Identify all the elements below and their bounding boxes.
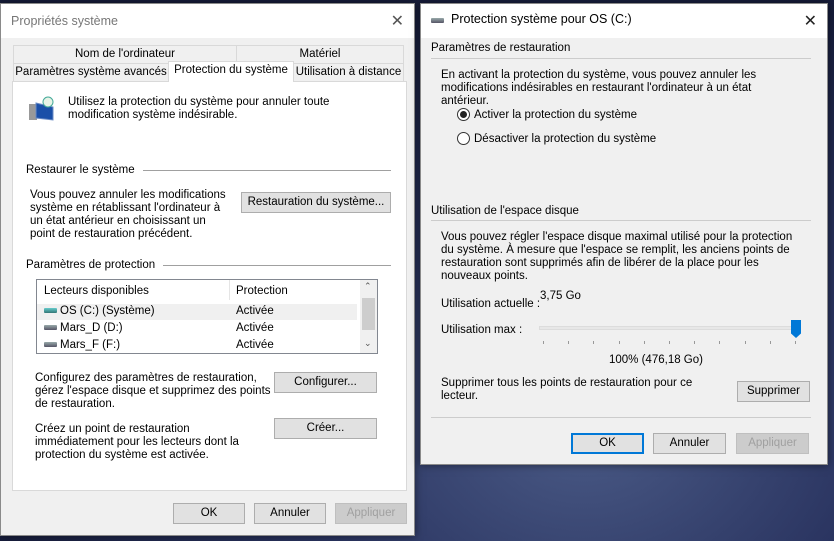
protection-status: Activée bbox=[236, 305, 274, 317]
slider-tick bbox=[593, 341, 595, 344]
ok-button[interactable]: OK bbox=[173, 503, 245, 524]
protection-status: Activée bbox=[236, 322, 274, 334]
drives-list[interactable]: Lecteurs disponibles Protection OS (C:) … bbox=[36, 279, 378, 354]
restore-header: Restaurer le système bbox=[26, 164, 135, 176]
protection-status: Activée bbox=[236, 339, 274, 351]
table-row[interactable]: Mars_F (F:) Activée bbox=[37, 338, 357, 354]
column-separator bbox=[229, 280, 230, 300]
system-protection-icon bbox=[27, 96, 57, 124]
current-usage-value: 3,75 Go bbox=[540, 290, 581, 302]
tab-advanced[interactable]: Paramètres système avancés bbox=[13, 63, 169, 82]
system-protection-dialog: Protection système pour OS (C:) ✕ Paramè… bbox=[420, 3, 828, 465]
restore-settings-header: Paramètres de restauration bbox=[431, 42, 571, 54]
configure-text: Configurez des paramètres de restauratio… bbox=[35, 372, 271, 410]
table-row[interactable]: Mars_D (D:) Activée bbox=[37, 321, 357, 337]
tab-remote[interactable]: Utilisation à distance bbox=[293, 63, 404, 82]
title-bar: Protection système pour OS (C:) ✕ bbox=[421, 4, 827, 38]
ok-button[interactable]: OK bbox=[571, 433, 644, 454]
drive-icon bbox=[44, 308, 57, 314]
close-icon[interactable]: ✕ bbox=[391, 11, 404, 31]
delete-button[interactable]: Supprimer bbox=[737, 381, 810, 402]
divider bbox=[431, 220, 811, 221]
table-row[interactable]: OS (C:) (Système) Activée bbox=[37, 304, 357, 320]
intro-text: Utilisez la protection du système pour a… bbox=[68, 96, 330, 121]
max-usage-label: Utilisation max : bbox=[441, 324, 523, 336]
drive-icon bbox=[44, 325, 57, 331]
slider-tick bbox=[568, 341, 570, 344]
divider bbox=[143, 170, 391, 171]
slider-tick bbox=[543, 341, 544, 344]
create-button[interactable]: Créer... bbox=[274, 418, 377, 439]
title-bar: Propriétés système ✕ bbox=[1, 4, 414, 38]
delete-text: Supprimer tous les points de restauratio… bbox=[441, 377, 693, 402]
scroll-up-icon[interactable]: ⌃ bbox=[364, 281, 372, 292]
divider bbox=[163, 265, 391, 266]
close-icon[interactable]: ✕ bbox=[804, 11, 817, 31]
divider bbox=[431, 417, 811, 418]
configure-button[interactable]: Configurer... bbox=[274, 372, 377, 393]
tab-system-protection[interactable]: Protection du système bbox=[168, 61, 294, 82]
scroll-down-icon[interactable]: ⌄ bbox=[364, 338, 372, 349]
drive-name: Mars_D (D:) bbox=[60, 322, 123, 334]
restore-text: Vous pouvez annuler les modifications sy… bbox=[30, 189, 226, 240]
enable-protection-radio[interactable] bbox=[457, 108, 470, 121]
slider-track bbox=[539, 326, 799, 330]
window-title: Protection système pour OS (C:) bbox=[451, 12, 632, 26]
protection-header: Paramètres de protection bbox=[26, 259, 156, 271]
disk-usage-header: Utilisation de l'espace disque bbox=[431, 205, 579, 217]
slider-tick bbox=[643, 341, 645, 344]
cancel-button[interactable]: Annuler bbox=[254, 503, 326, 524]
create-text: Créez un point de restauration immédiate… bbox=[35, 423, 239, 461]
drive-name: OS (C:) (Système) bbox=[60, 305, 155, 317]
system-restore-button[interactable]: Restauration du système... bbox=[241, 192, 391, 213]
column-header-drives[interactable]: Lecteurs disponibles bbox=[44, 285, 149, 297]
drive-icon bbox=[431, 18, 444, 23]
slider-tick bbox=[618, 341, 620, 344]
scrollbar[interactable]: ⌃ ⌄ bbox=[360, 280, 377, 353]
apply-button[interactable]: Appliquer bbox=[736, 433, 809, 454]
slider-tick bbox=[769, 341, 771, 344]
max-usage-slider[interactable] bbox=[539, 320, 801, 344]
slider-tick bbox=[719, 341, 721, 344]
divider bbox=[431, 58, 811, 59]
restore-settings-text: En activant la protection du système, vo… bbox=[441, 69, 757, 107]
drive-icon bbox=[44, 342, 57, 348]
max-usage-value: 100% (476,18 Go) bbox=[609, 354, 703, 366]
slider-tick bbox=[694, 341, 696, 344]
drive-name: Mars_F (F:) bbox=[60, 339, 121, 351]
disable-protection-label[interactable]: Désactiver la protection du système bbox=[474, 133, 656, 146]
slider-thumb[interactable] bbox=[791, 320, 801, 338]
slider-tick bbox=[795, 341, 796, 344]
current-usage-label: Utilisation actuelle : bbox=[441, 298, 541, 310]
disk-usage-text: Vous pouvez régler l'espace disque maxim… bbox=[441, 231, 793, 282]
window-title: Propriétés système bbox=[11, 14, 118, 28]
column-header-protection[interactable]: Protection bbox=[236, 285, 288, 297]
scroll-thumb[interactable] bbox=[362, 298, 375, 330]
slider-tick bbox=[669, 341, 670, 344]
slider-tick bbox=[744, 341, 746, 344]
apply-button[interactable]: Appliquer bbox=[335, 503, 407, 524]
disable-protection-radio[interactable] bbox=[457, 132, 470, 145]
cancel-button[interactable]: Annuler bbox=[653, 433, 726, 454]
system-properties-window: Propriétés système ✕ Nom de l'ordinateur… bbox=[0, 3, 415, 536]
enable-protection-label[interactable]: Activer la protection du système bbox=[474, 109, 637, 122]
